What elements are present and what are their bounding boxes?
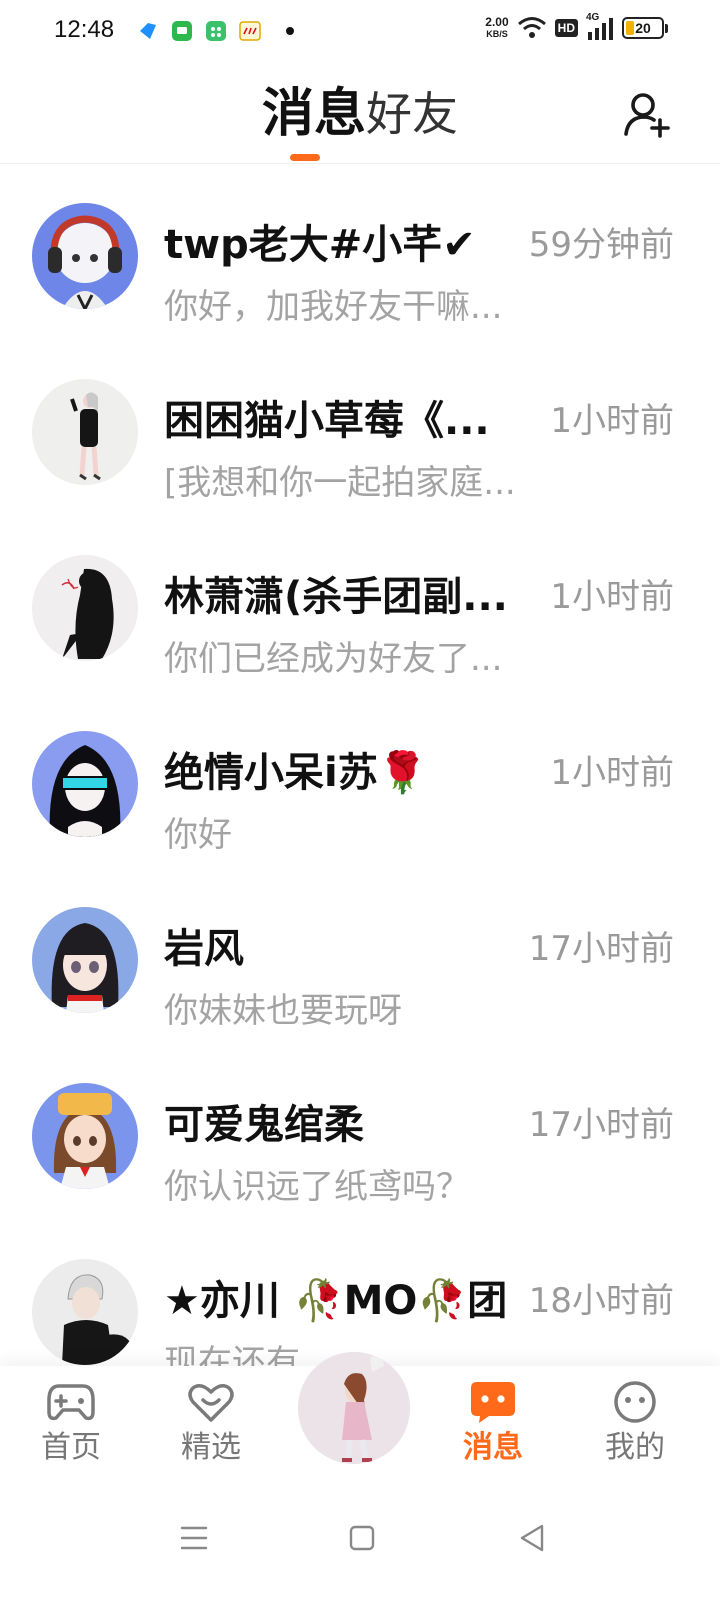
battery-icon: 20 [622, 17, 664, 39]
gamepad-icon [47, 1384, 95, 1421]
conversation-time: 59分钟前 [528, 225, 674, 265]
app-notification-icon [140, 23, 156, 39]
nav-messages[interactable]: 消息 [438, 1380, 548, 1466]
battery-fill [626, 21, 634, 35]
conversation-preview: [我想和你一起拍家庭... [164, 463, 516, 503]
more-notifications-dot [286, 27, 294, 35]
avatar [32, 1083, 138, 1189]
chat-bubble-icon [471, 1382, 515, 1423]
conversation-name: 困困猫小草莓《... [164, 398, 490, 444]
conversation-preview: 你们已经成为好友了... [164, 639, 503, 679]
conversation-time: 18小时前 [528, 1281, 674, 1321]
conversation-item[interactable]: 绝情小呆i苏🌹 1小时前 你好 [0, 693, 720, 869]
rose-emoji-icon: 🌹 [377, 750, 428, 796]
header-tabs: 消息 好友 [0, 82, 720, 146]
signal-icon [588, 18, 613, 40]
avatar [32, 1259, 138, 1365]
conversation-item[interactable]: 岩风 17小时前 你妹妹也要玩呀 [0, 869, 720, 1045]
status-bar: 12:48 2.00 KB/S HD 4G 20 [0, 0, 720, 64]
conversation-item[interactable]: twp老大#小芊✔ 59分钟前 你好，加我好友干嘛... [0, 165, 720, 341]
add-friend-icon[interactable] [622, 90, 672, 140]
conversation-time: 17小时前 [528, 1105, 674, 1145]
network-speed-value: 2.00 [485, 15, 509, 29]
back-icon[interactable] [512, 1518, 552, 1558]
conversation-preview: 你好，加我好友干嘛... [164, 287, 503, 327]
nav-featured[interactable]: 精选 [156, 1380, 266, 1466]
hd-badge: HD [554, 19, 578, 37]
notification-icons [136, 19, 294, 43]
tab-messages[interactable]: 消息 [262, 82, 366, 146]
conversation-preview: 你认识远了纸鸢吗？ [164, 1167, 470, 1207]
status-time: 12:48 [54, 16, 115, 43]
nav-messages-label: 消息 [463, 1430, 523, 1465]
center-character-avatar[interactable] [298, 1352, 410, 1464]
conversation-item[interactable]: 困困猫小草莓《... 1小时前 [我想和你一起拍家庭... [0, 341, 720, 517]
conversation-time: 1小时前 [550, 753, 674, 793]
conversation-item[interactable]: 林萧潇(杀手团副... 1小时前 你们已经成为好友了... [0, 517, 720, 693]
tab-friends[interactable]: 好友 [366, 82, 458, 146]
avatar [32, 379, 138, 485]
nav-featured-label: 精选 [181, 1430, 241, 1465]
conversation-list: twp老大#小芊✔ 59分钟前 你好，加我好友干嘛... 困困猫小草莓《... … [0, 165, 720, 1397]
conversation-time: 1小时前 [550, 577, 674, 617]
battery-tip [665, 23, 668, 33]
network-speed-unit: KB/S [486, 29, 508, 39]
conversation-time: 1小时前 [550, 401, 674, 441]
nav-me-label: 我的 [605, 1430, 665, 1465]
conversation-name: 林萧潇(杀手团副... [164, 574, 508, 620]
nav-me[interactable]: 我的 [580, 1380, 690, 1466]
network-speed: 2.00 KB/S [485, 16, 508, 40]
avatar [32, 203, 138, 309]
battery-level: 20 [635, 20, 651, 36]
header: 消息 好友 [0, 64, 720, 164]
heart-icon [188, 1384, 234, 1422]
system-navigation-bar [0, 1482, 720, 1600]
conversation-name: 可爱鬼绾柔 [164, 1102, 364, 1148]
conversation-name: ★亦川 🥀MO🥀团 [164, 1278, 508, 1324]
conversation-preview: 你好 [164, 815, 232, 855]
system-icons: 2.00 KB/S HD 4G 20 [485, 12, 668, 40]
conversation-name: 绝情小呆i苏🌹 [164, 749, 524, 797]
battery-indicator: 20 [622, 17, 668, 39]
nav-home[interactable]: 首页 [16, 1380, 126, 1466]
cellular-signal: 4G [586, 12, 614, 40]
conversation-name-text: 绝情小呆i苏 [164, 750, 378, 796]
conversation-name: 岩风 [164, 926, 244, 972]
active-tab-indicator [290, 154, 320, 161]
conversation-time: 17小时前 [528, 929, 674, 969]
conversation-preview: 你妹妹也要玩呀 [164, 991, 402, 1031]
avatar [32, 555, 138, 661]
menu-icon[interactable] [174, 1518, 214, 1558]
home-button-icon[interactable] [342, 1518, 382, 1558]
nav-home-label: 首页 [41, 1430, 101, 1465]
message-notification-icon [172, 21, 192, 41]
wifi-icon [517, 17, 546, 38]
avatar [32, 907, 138, 1013]
score-notification-icon [239, 21, 261, 41]
conversation-item[interactable]: 可爱鬼绾柔 17小时前 你认识远了纸鸢吗？ [0, 1045, 720, 1221]
avatar [32, 731, 138, 837]
conversation-name: twp老大#小芊✔ [164, 222, 476, 268]
store-notification-icon [206, 21, 226, 41]
smiley-icon [614, 1381, 656, 1423]
